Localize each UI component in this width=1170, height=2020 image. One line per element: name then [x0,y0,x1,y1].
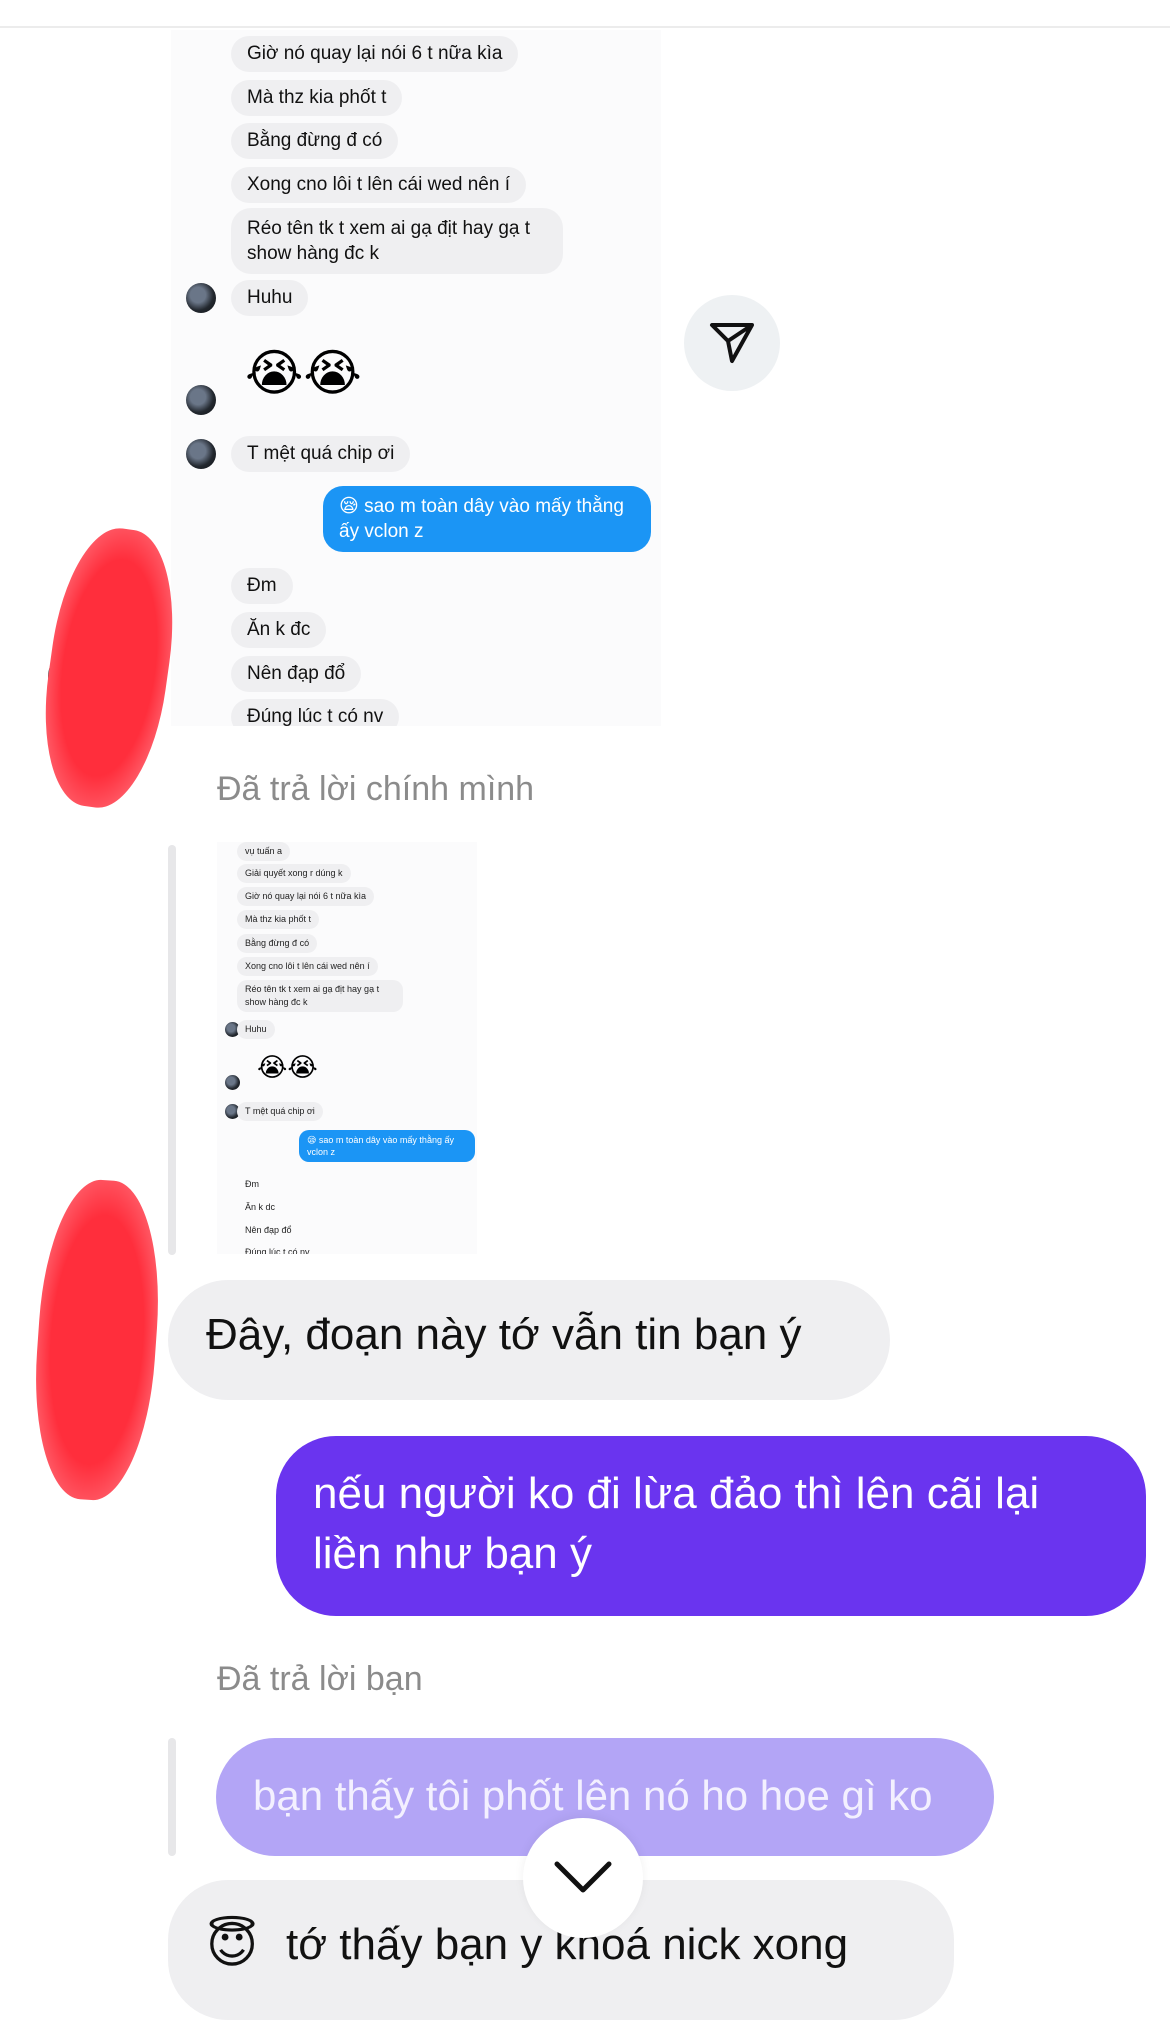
message-bubble: Réo tên tk t xem ai gạ địt hay gạ t show… [231,208,563,274]
message-bubble: T mệt quá chip ơi [231,436,411,472]
message-bubble: Nên đạp đổ [245,1225,292,1235]
crying-emoji: 😭😭 [257,1052,318,1082]
avatar [186,439,216,469]
message-text: nếu người ko đi lừa đảo thì lên cãi lại … [313,1469,1040,1578]
shared-screenshot-top[interactable]: Giờ nó quay lại nói 6 t nữa kìa Mà thz k… [171,30,661,726]
redaction-scribble [26,1176,168,1504]
message-bubble: Ăn k đc [231,612,327,648]
header-divider [0,26,1170,28]
message-bubble: Đúng lúc t có nv [245,1247,310,1254]
message-bubble: Giải quyết xong r dúng k [237,864,351,883]
chevron-down-icon [554,1861,612,1893]
message-bubble: Xong cno lôi t lên cái wed nên í [237,957,378,976]
quoted-text: bạn thấy tôi phốt lên nó ho hoe gì ko [253,1772,933,1819]
reply-context-label: Đã trả lời bạn [217,1660,423,1698]
message-bubble: Réo tên tk t xem ai gạ địt hay gạ t show… [237,980,403,1012]
message-bubble: Huhu [237,1020,275,1039]
message-bubble: Huhu [231,280,309,316]
scroll-down-button[interactable] [523,1818,643,1938]
share-button[interactable] [684,295,780,391]
quote-indicator-bar [168,1738,176,1856]
avatar [186,385,216,415]
message-bubble: Bằng đừng đ có [237,934,318,953]
message-bubble: Đm [231,568,293,604]
message-bubble: Mà thz kia phốt t [231,80,403,116]
outgoing-message-bubble: 😪 sao m toàn dây vào mấy thằng ấy vclon … [299,1130,475,1162]
message-text: Đây, đoạn này tớ vẫn tin bạn ý [206,1310,802,1359]
incoming-message-bubble[interactable]: Đây, đoạn này tớ vẫn tin bạn ý [168,1280,890,1400]
message-bubble: Xong cno lôi t lên cái wed nên í [231,167,527,203]
message-bubble: Ăn k dc [245,1202,276,1212]
avatar [186,283,216,313]
quote-indicator-bar [168,845,176,1255]
send-icon [710,323,754,363]
message-bubble: Giờ nó quay lại nói 6 t nữa kìa [231,36,519,72]
reply-context-label: Đã trả lời chính mình [217,770,535,808]
message-bubble: Mà thz kia phốt t [237,910,320,929]
crying-emoji: 😭😭 [245,345,362,401]
avatar [225,1075,240,1090]
message-bubble: Giờ nó quay lại nói 6 t nữa kìa [237,887,374,906]
smiling-halo-emoji: 😇 [206,1917,259,1973]
message-bubble: T mệt quá chip ơi [237,1102,323,1121]
message-bubble: Đúng lúc t có nv [231,699,400,726]
shared-screenshot-small[interactable]: vụ tuấn a Giải quyết xong r dúng k Giờ n… [217,842,477,1254]
outgoing-message-bubble[interactable]: nếu người ko đi lừa đảo thì lên cãi lại … [276,1436,1146,1616]
message-bubble: Đm [245,1179,259,1189]
message-bubble: Bằng đừng đ có [231,123,399,159]
message-bubble: vụ tuấn a [237,842,291,861]
redaction-scribble [31,521,187,815]
outgoing-message-bubble: 😪 sao m toàn dây vào mấy thằng ấy vclon … [323,486,651,552]
message-bubble: Nên đạp đổ [231,656,362,692]
